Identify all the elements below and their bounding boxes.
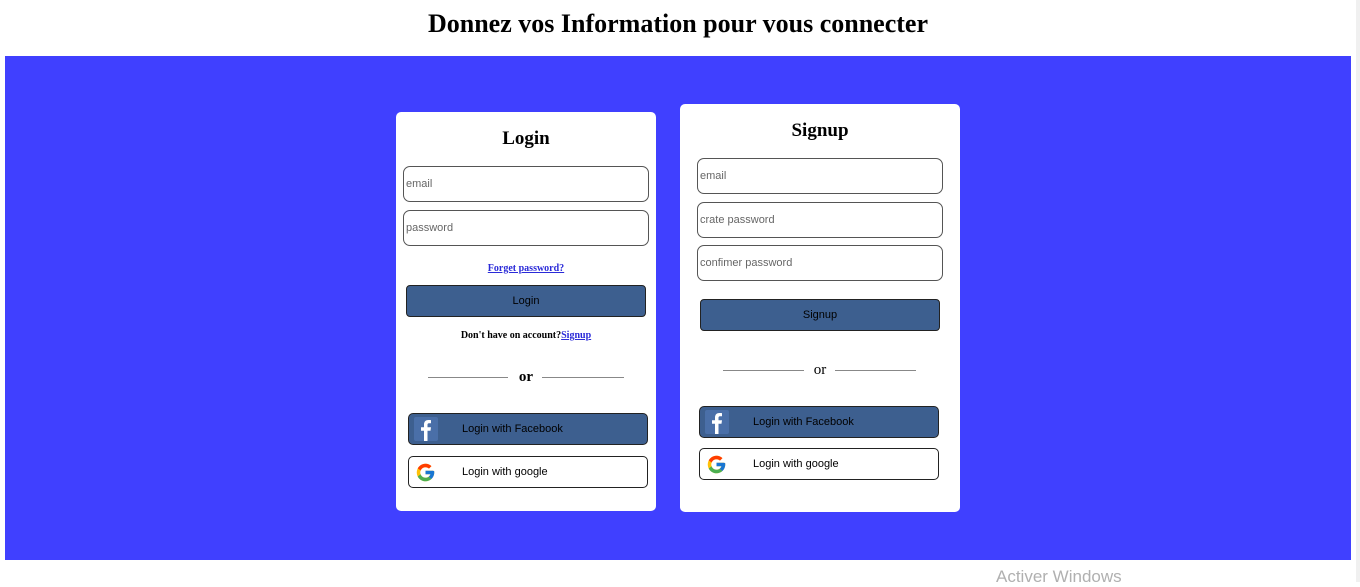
signup-facebook-button[interactable]: Login with Facebook — [699, 406, 939, 438]
account-prompt-text: Don't have on account? — [460, 330, 562, 341]
google-label: Login with google — [753, 458, 839, 470]
signup-card: Signup Signup or Login with Facebook Log… — [680, 104, 960, 512]
facebook-icon — [705, 410, 729, 434]
google-icon — [415, 462, 436, 483]
login-password-input[interactable] — [403, 210, 649, 246]
divider-left — [428, 377, 508, 378]
login-card: Login Forget password? Login Don't have … — [396, 112, 656, 511]
login-email-input[interactable] — [403, 166, 649, 202]
page-edge — [1356, 0, 1360, 582]
main-band — [5, 56, 1351, 560]
signup-title: Signup — [791, 120, 849, 141]
login-button[interactable]: Login — [406, 285, 646, 317]
signup-google-button[interactable]: Login with google — [699, 448, 939, 480]
signup-password-input[interactable] — [697, 202, 943, 238]
facebook-icon — [414, 417, 438, 441]
account-prompt-row: Don't have on account?Signup — [396, 330, 656, 341]
divider-right — [542, 377, 624, 378]
divider-right — [835, 370, 916, 371]
signup-button[interactable]: Signup — [700, 299, 940, 331]
signup-email-input[interactable] — [697, 158, 943, 194]
signup-link[interactable]: Signup — [561, 330, 591, 341]
login-title: Login — [502, 128, 550, 149]
page-title: Donnez vos Information pour vous connect… — [427, 9, 929, 38]
login-google-button[interactable]: Login with google — [408, 456, 648, 488]
forgot-password-link[interactable]: Forget password? — [488, 263, 564, 274]
signup-confirm-password-input[interactable] — [697, 245, 943, 281]
windows-activation-watermark: Activer Windows — [996, 567, 1122, 586]
or-text: or — [813, 362, 827, 378]
forgot-password-row: Forget password? — [396, 263, 656, 274]
divider-left — [723, 370, 804, 371]
google-label: Login with google — [462, 466, 548, 478]
login-facebook-button[interactable]: Login with Facebook — [408, 413, 648, 445]
google-icon — [706, 454, 727, 475]
facebook-label: Login with Facebook — [462, 423, 563, 435]
facebook-label: Login with Facebook — [753, 416, 854, 428]
or-text: or — [518, 369, 534, 385]
